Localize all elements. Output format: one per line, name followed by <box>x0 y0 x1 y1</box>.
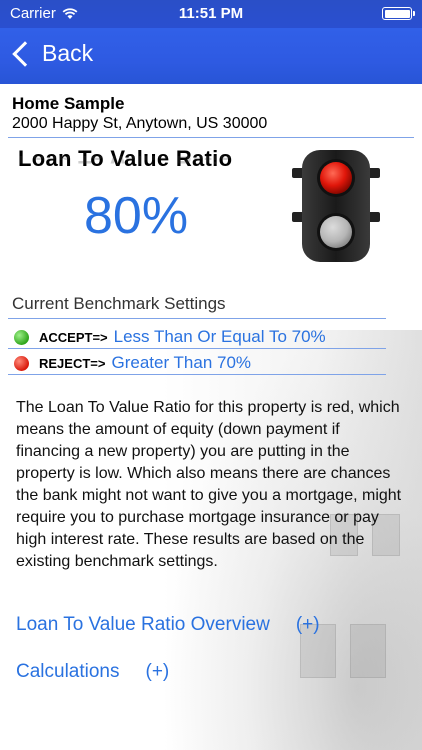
overview-label: Loan To Value Ratio Overview <box>16 614 270 635</box>
calculations-section-toggle[interactable]: Calculations (+) <box>16 661 169 683</box>
ratio-value: 80% <box>84 187 189 245</box>
expand-icon: (+) <box>145 661 170 682</box>
accept-value: Less Than Or Equal To 70% <box>113 327 326 346</box>
divider <box>8 374 386 375</box>
ratio-title-reflection: Loan To Value Ratio <box>18 156 232 168</box>
overview-section-toggle[interactable]: Loan To Value Ratio Overview (+) <box>16 614 320 636</box>
divider <box>8 137 414 138</box>
battery-icon <box>382 7 415 20</box>
reject-criteria: REJECT=> Greater Than 70% <box>14 353 251 373</box>
divider <box>8 318 386 319</box>
property-address: 2000 Happy St, Anytown, US 30000 <box>12 115 268 132</box>
clock: 11:51 PM <box>178 5 244 22</box>
navigation-bar: Back <box>0 28 422 84</box>
content-area: Home Sample 2000 Happy St, Anytown, US 3… <box>0 84 422 750</box>
accept-key: ACCEPT=> <box>39 329 108 345</box>
house-window <box>350 624 386 678</box>
reject-value: Greater Than 70% <box>111 353 252 372</box>
traffic-light-icon <box>292 150 380 262</box>
accept-criteria: ACCEPT=> Less Than Or Equal To 70% <box>14 327 326 347</box>
reject-key: REJECT=> <box>39 355 106 371</box>
expand-icon: (+) <box>295 614 320 635</box>
battery-fill <box>384 9 410 18</box>
red-dot-icon <box>14 355 29 371</box>
benchmark-title: Current Benchmark Settings <box>12 294 226 313</box>
divider <box>8 348 386 349</box>
ratio-description: The Loan To Value Ratio for this propert… <box>16 399 402 570</box>
back-button[interactable]: Back <box>12 40 93 67</box>
status-bar: Carrier 11:51 PM <box>0 0 422 28</box>
green-dot-icon <box>14 329 29 345</box>
chevron-left-icon <box>12 40 38 67</box>
property-name: Home Sample <box>12 94 125 113</box>
back-label: Back <box>42 40 94 66</box>
calculations-label: Calculations <box>16 661 120 682</box>
